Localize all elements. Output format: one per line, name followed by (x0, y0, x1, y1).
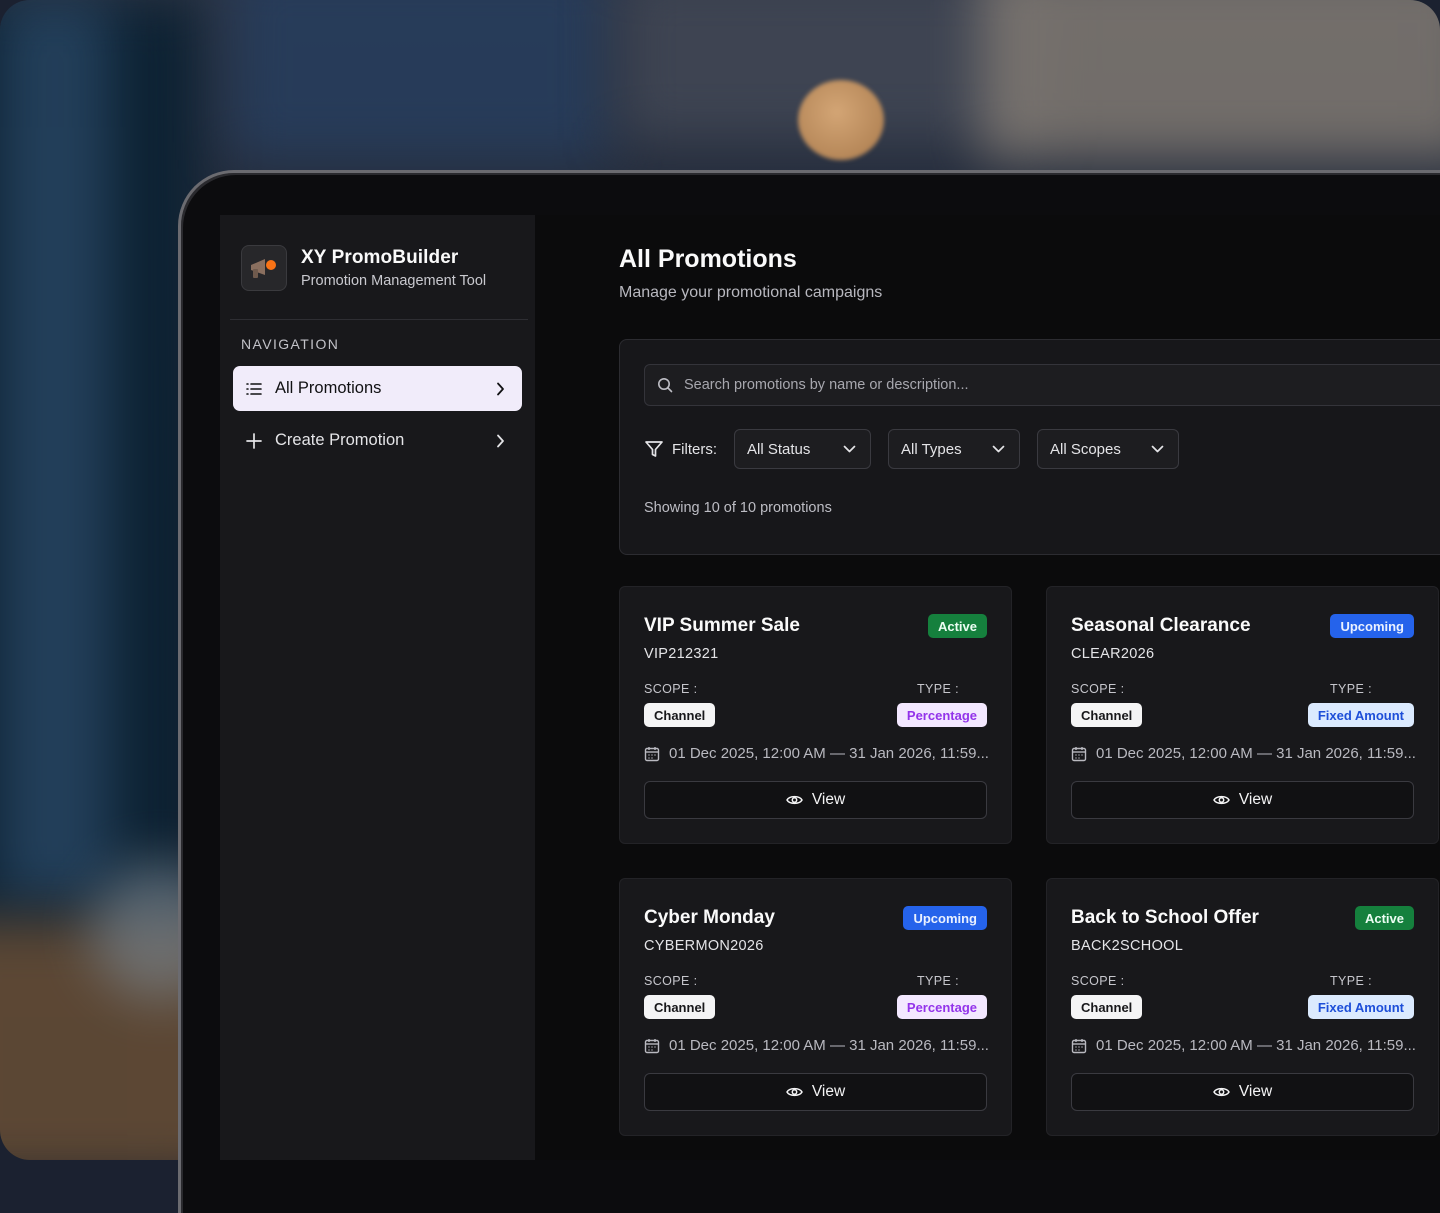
eye-icon (1212, 794, 1230, 806)
date-range-text: 01 Dec 2025, 12:00 AM — 31 Jan 2026, 11:… (1096, 1037, 1416, 1054)
filters-label: Filters: (672, 440, 717, 458)
chevron-right-icon (490, 434, 510, 448)
chevron-down-icon (992, 445, 1005, 453)
scope-chip: Channel (1071, 703, 1143, 727)
view-button-label: View (1238, 1083, 1273, 1100)
promotion-card: VIP Summer Sale Active VIP212321 SCOPE :… (619, 586, 1012, 844)
megaphone-logo-icon (241, 245, 287, 291)
scope-filter-select[interactable]: All Scopes (1037, 429, 1179, 469)
calendar-icon (1071, 746, 1087, 762)
promotion-name: VIP Summer Sale (644, 615, 800, 636)
type-label: TYPE : (1330, 682, 1372, 696)
brand: XY PromoBuilder Promotion Management Too… (241, 245, 486, 291)
type-label: TYPE : (1330, 974, 1372, 988)
scope-chip: Channel (1071, 995, 1143, 1019)
promotion-code: BACK2SCHOOL (1071, 938, 1184, 954)
date-range: 01 Dec 2025, 12:00 AM — 31 Jan 2026, 11:… (1071, 1037, 1416, 1054)
view-button-label: View (1238, 791, 1273, 808)
scope-label: SCOPE : (644, 974, 698, 988)
app-subtitle: Promotion Management Tool (301, 273, 487, 289)
blurred-coin (798, 80, 884, 160)
type-label: TYPE : (917, 682, 959, 696)
type-filter-value: All Types (901, 440, 962, 458)
status-filter-value: All Status (747, 440, 811, 458)
scope-filter-value: All Scopes (1050, 440, 1121, 458)
sidebar-item-create-promotion[interactable]: Create Promotion (233, 418, 522, 463)
promotion-name: Seasonal Clearance (1071, 615, 1251, 636)
date-range: 01 Dec 2025, 12:00 AM — 31 Jan 2026, 11:… (1071, 745, 1416, 762)
chevron-down-icon (1151, 445, 1164, 453)
type-chip: Percentage (896, 703, 987, 727)
promotion-code: CYBERMON2026 (644, 938, 764, 954)
calendar-icon (644, 746, 660, 762)
scope-chip: Channel (644, 703, 716, 727)
search-icon (657, 377, 673, 393)
view-button[interactable]: View (1071, 781, 1414, 819)
promotion-card: Cyber Monday Upcoming CYBERMON2026 SCOPE… (619, 878, 1012, 1136)
sidebar-divider (230, 319, 528, 320)
scope-label: SCOPE : (1071, 974, 1125, 988)
search-input[interactable] (682, 376, 1386, 394)
calendar-icon (1071, 1038, 1087, 1054)
results-count: Showing 10 of 10 promotions (644, 500, 832, 516)
scope-label: SCOPE : (644, 682, 698, 696)
promotion-name: Back to School Offer (1071, 907, 1259, 928)
sidebar-item-label: All Promotions (275, 379, 382, 397)
list-icon (245, 380, 263, 398)
page-title: All Promotions (619, 245, 797, 273)
app-screen: XY PromoBuilder Promotion Management Too… (220, 215, 1440, 1160)
type-chip: Fixed Amount (1307, 995, 1414, 1019)
status-badge: Active (1354, 906, 1414, 930)
date-range-text: 01 Dec 2025, 12:00 AM — 31 Jan 2026, 11:… (1096, 745, 1416, 762)
filter-panel: Filters: All Status All Types All Scopes (619, 339, 1440, 555)
promotion-name: Cyber Monday (644, 907, 775, 928)
filters-row: Filters: All Status All Types All Scopes (644, 428, 1196, 470)
type-chip: Fixed Amount (1307, 703, 1414, 727)
view-button[interactable]: View (644, 1073, 987, 1111)
eye-icon (785, 794, 803, 806)
sidebar-item-all-promotions[interactable]: All Promotions (233, 366, 522, 411)
status-badge: Upcoming (1330, 614, 1414, 638)
app-title: XY PromoBuilder (301, 247, 459, 268)
search-box (644, 364, 1440, 406)
sidebar-item-label: Create Promotion (275, 431, 405, 449)
chevron-down-icon (843, 445, 856, 453)
promotion-code: VIP212321 (644, 646, 719, 662)
promotion-code: CLEAR2026 (1071, 646, 1155, 662)
scope-chip: Channel (644, 995, 716, 1019)
calendar-icon (644, 1038, 660, 1054)
date-range: 01 Dec 2025, 12:00 AM — 31 Jan 2026, 11:… (644, 1037, 989, 1054)
view-button[interactable]: View (1071, 1073, 1414, 1111)
type-label: TYPE : (917, 974, 959, 988)
date-range-text: 01 Dec 2025, 12:00 AM — 31 Jan 2026, 11:… (669, 1037, 989, 1054)
status-badge: Active (927, 614, 987, 638)
type-filter-select[interactable]: All Types (888, 429, 1020, 469)
type-chip: Percentage (896, 995, 987, 1019)
view-button-label: View (811, 1083, 846, 1100)
main-content: All Promotions Manage your promotional c… (535, 215, 1440, 1160)
page-subtitle: Manage your promotional campaigns (619, 284, 883, 301)
status-badge: Upcoming (903, 906, 987, 930)
scope-label: SCOPE : (1071, 682, 1125, 696)
chevron-right-icon (490, 382, 510, 396)
status-filter-select[interactable]: All Status (734, 429, 871, 469)
date-range-text: 01 Dec 2025, 12:00 AM — 31 Jan 2026, 11:… (669, 745, 989, 762)
plus-icon (245, 432, 263, 450)
nav-heading: NAVIGATION (241, 336, 340, 352)
promotion-card: Seasonal Clearance Upcoming CLEAR2026 SC… (1046, 586, 1439, 844)
date-range: 01 Dec 2025, 12:00 AM — 31 Jan 2026, 11:… (644, 745, 989, 762)
view-button[interactable]: View (644, 781, 987, 819)
eye-icon (785, 1086, 803, 1098)
promotion-card: Back to School Offer Active BACK2SCHOOL … (1046, 878, 1439, 1136)
view-button-label: View (811, 791, 846, 808)
sidebar: XY PromoBuilder Promotion Management Too… (220, 215, 535, 1160)
filter-icon (644, 439, 664, 459)
eye-icon (1212, 1086, 1230, 1098)
